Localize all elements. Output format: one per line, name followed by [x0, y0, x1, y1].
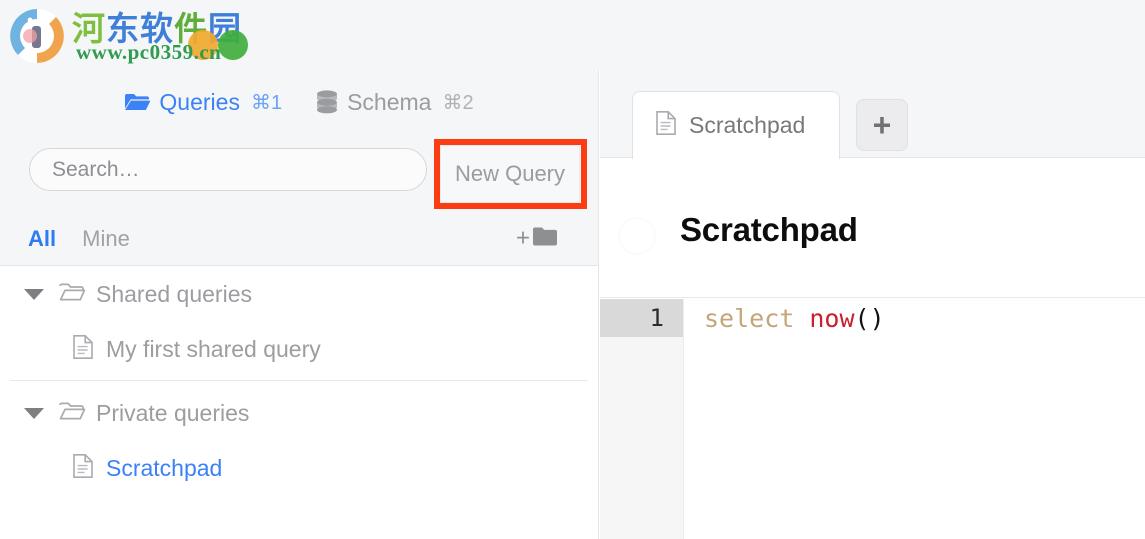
- sidebar-tab-queries-label: Queries: [159, 88, 240, 115]
- tree-folder-shared-queries[interactable]: Shared queries: [0, 266, 598, 322]
- search-input[interactable]: [29, 148, 427, 191]
- filter-all[interactable]: All: [28, 226, 56, 252]
- folder-open-outline-icon: [58, 281, 86, 308]
- sidebar-tab-queries[interactable]: Queries ⌘1: [124, 89, 282, 116]
- queries-sidebar: Queries ⌘1 Schema ⌘2 Search… New Query A…: [0, 0, 599, 539]
- database-icon: [316, 90, 338, 114]
- query-tree: Shared queries My first shared query Pri…: [0, 266, 598, 539]
- tree-folder-label: Shared queries: [96, 280, 252, 307]
- filter-mine[interactable]: Mine: [82, 226, 130, 252]
- tab-scratchpad-label: Scratchpad: [689, 112, 806, 138]
- folder-open-outline-icon: [58, 400, 86, 427]
- tab-scratchpad[interactable]: Scratchpad: [632, 91, 840, 159]
- app-window: Queries ⌘1 Schema ⌘2 Search… New Query A…: [0, 0, 1145, 539]
- document-icon: [72, 334, 94, 365]
- folder-icon: [532, 226, 558, 251]
- document-icon: [72, 453, 94, 484]
- sidebar-tab-schema-shortcut: ⌘2: [442, 91, 474, 114]
- code-token-parens: (): [854, 303, 885, 333]
- folder-open-icon: [124, 92, 151, 112]
- tree-item-my-first-shared-query[interactable]: My first shared query: [0, 322, 598, 376]
- document-avatar-placeholder: [618, 217, 656, 255]
- tree-item-scratchpad[interactable]: Scratchpad: [0, 441, 598, 495]
- sidebar-tab-schema[interactable]: Schema ⌘2: [316, 89, 474, 116]
- editor-gutter: 1: [600, 299, 684, 539]
- code-token-keyword: select: [704, 303, 795, 333]
- code-token-function: now: [809, 303, 855, 333]
- tree-group-private: Private queries Scratchpad: [0, 385, 598, 495]
- caret-down-icon[interactable]: [24, 288, 44, 300]
- add-tab-button[interactable]: +: [856, 99, 908, 151]
- page-title: Scratchpad: [680, 211, 858, 248]
- plus-icon: +: [872, 107, 892, 143]
- plus-icon: +: [515, 224, 530, 252]
- editor-code-area[interactable]: select now (): [684, 299, 1145, 539]
- sidebar-tab-strip: Queries ⌘1 Schema ⌘2: [0, 70, 598, 134]
- tree-item-label: Scratchpad: [106, 454, 223, 481]
- new-folder-button[interactable]: +: [516, 226, 558, 251]
- tree-item-label: My first shared query: [106, 335, 321, 362]
- sidebar-header-band: [0, 0, 598, 70]
- document-header: Scratchpad: [600, 159, 1145, 298]
- tree-folder-private-queries[interactable]: Private queries: [0, 385, 598, 441]
- code-line-1[interactable]: select now (): [684, 299, 1145, 337]
- sql-editor[interactable]: 1 select now (): [600, 299, 1145, 539]
- tree-group-shared: Shared queries My first shared query: [0, 266, 598, 376]
- gutter-line-number: 1: [600, 299, 683, 337]
- tree-divider: [10, 380, 588, 381]
- caret-down-icon[interactable]: [24, 407, 44, 419]
- sidebar-filter-row: All Mine +: [0, 212, 598, 266]
- editor-tab-bar: Scratchpad +: [600, 0, 1145, 159]
- main-panel: Scratchpad + Scratchpad 1 select now (): [600, 0, 1145, 539]
- tree-folder-label: Private queries: [96, 399, 250, 426]
- new-query-button[interactable]: New Query: [440, 145, 580, 203]
- document-icon: [655, 110, 677, 141]
- sidebar-tab-queries-shortcut: ⌘1: [250, 91, 283, 114]
- sidebar-tab-schema-label: Schema: [347, 88, 432, 115]
